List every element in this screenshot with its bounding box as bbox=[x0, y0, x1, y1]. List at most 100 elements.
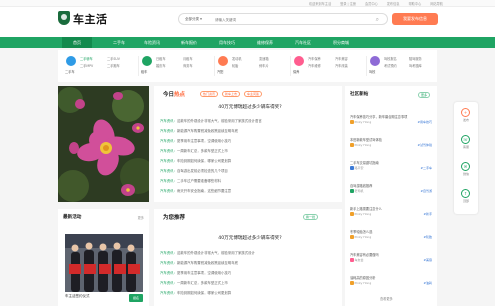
category-link[interactable]: 刹车片 bbox=[259, 63, 286, 69]
activity-caption[interactable]: 车主活签约仪式 报名 bbox=[65, 294, 143, 304]
post-tag[interactable]: #二手车 bbox=[420, 166, 432, 170]
refresh-button[interactable]: 换一批 bbox=[303, 214, 319, 220]
category-link[interactable]: 变速箱 bbox=[259, 56, 286, 62]
news-row[interactable]: 汽车资讯：夏季用车注意事项，空调使用小技巧 bbox=[160, 270, 336, 275]
news-tag: 汽车资讯： bbox=[160, 251, 177, 255]
avatar bbox=[350, 143, 354, 147]
nav-item-maintenance[interactable]: 维修保养 bbox=[250, 37, 280, 48]
post-tag[interactable]: #油耗 bbox=[423, 281, 432, 285]
community-post[interactable]: 冬季轮胎怎么选 Pinky Hong #轮胎 bbox=[350, 229, 432, 239]
nav-item-community[interactable]: 汽车社区 bbox=[288, 37, 318, 48]
nav-item-news[interactable]: 车险资讯 bbox=[137, 37, 167, 48]
news-row[interactable]: 汽车资讯：自驾游出发前必须检查的几个项目 bbox=[160, 168, 336, 173]
category-link[interactable]: 陪驾服务 bbox=[409, 56, 434, 62]
news-row[interactable]: 汽车资讯：二手车过户需要准备哪些材料 bbox=[160, 178, 336, 183]
post-tag[interactable]: #新手 bbox=[423, 212, 432, 216]
category-link[interactable]: 月租车 bbox=[183, 56, 210, 62]
wechat-icon: ✉ bbox=[461, 162, 470, 171]
top-link[interactable]: 登录 | 注册 bbox=[340, 1, 356, 6]
category-maintenance[interactable]: 保养 汽车保养 汽车美容 汽车维修 汽车改装 bbox=[293, 54, 362, 80]
community-post[interactable]: 新手上路需要注意什么 Pinky Hong #新手 bbox=[350, 206, 432, 216]
side-label: 微信 bbox=[462, 172, 469, 176]
category-link[interactable]: 二手SUV bbox=[107, 56, 134, 62]
search-category-select[interactable]: 全部分类 ▾ bbox=[185, 17, 202, 22]
post-tag[interactable]: #轮胎 bbox=[423, 235, 432, 239]
category-link[interactable]: 轮胎 bbox=[232, 63, 259, 69]
news-row[interactable]: 汽车资讯：新能源汽车购置税减免政策延续至明年底 bbox=[160, 260, 336, 265]
category-link[interactable]: 汽车维修 bbox=[308, 63, 335, 69]
activity-photo[interactable] bbox=[65, 234, 143, 292]
community-post[interactable]: 油耗高的原因分析 Pinky Hong #油耗 bbox=[350, 275, 432, 285]
side-service-button[interactable]: ☏ 客服 bbox=[454, 133, 478, 153]
top-link[interactable]: 网站导航 bbox=[430, 1, 443, 6]
category-link[interactable]: 汽车美容 bbox=[335, 56, 362, 62]
side-wechat-button[interactable]: ✉ 微信 bbox=[454, 160, 478, 180]
category-parts[interactable]: 汽配 发动机 变速箱 轮胎 刹车片 bbox=[217, 54, 286, 80]
category-link[interactable]: 驾校报名 bbox=[384, 56, 409, 62]
tag-pill[interactable]: 车主问答 bbox=[244, 91, 263, 97]
category-link[interactable]: 发动机 bbox=[232, 56, 259, 62]
category-driving-school[interactable]: 驾校 驾校报名 陪驾服务 考试预约 驾考题库 bbox=[369, 54, 434, 80]
nav-item-points-mall[interactable]: 积分商城 bbox=[326, 37, 356, 48]
community-footer-link[interactable]: 查看更多 bbox=[380, 296, 393, 301]
post-tag[interactable]: #自驾游 bbox=[420, 189, 432, 193]
top-link[interactable]: 会员中心 bbox=[365, 1, 378, 6]
publish-button[interactable]: 我要发布信息 bbox=[392, 13, 438, 25]
news-row[interactable]: 汽车资讯：一周新车汇总，多款车型正式上市 bbox=[160, 148, 336, 153]
news-text: 车险到期如何续保，哪家公司更划算 bbox=[176, 159, 232, 163]
today-hot-headline[interactable]: 40万元博瑞超过多少辆车得奖? bbox=[160, 104, 340, 110]
news-row[interactable]: 汽车资讯：一周新车汇总，多款车型正式上市 bbox=[160, 280, 336, 285]
search-input[interactable] bbox=[215, 15, 365, 24]
nav-item-home[interactable]: 首页 bbox=[62, 37, 92, 48]
community-post[interactable]: 汽车美容有必要做吗 车友会 #美容 bbox=[350, 252, 432, 262]
community-more-button[interactable]: 更多 bbox=[418, 92, 431, 98]
news-row[interactable]: 汽车资讯：车险到期如何续保，哪家公司更划算 bbox=[160, 158, 336, 163]
post-tag[interactable]: #美容 bbox=[423, 258, 432, 262]
news-row[interactable]: 汽车资讯：夏季用车注意事项，空调使用小技巧 bbox=[160, 138, 336, 143]
post-tag[interactable]: #用车技巧 bbox=[417, 120, 432, 124]
category-link[interactable]: 汽车改装 bbox=[335, 63, 362, 69]
category-link[interactable]: 汽车保养 bbox=[308, 56, 335, 62]
news-row[interactable]: 汽车资讯：雨天开车安全指南，这些细节要注意 bbox=[160, 188, 336, 193]
category-used-cars[interactable]: 二手车 二手轿车 二手SUV 二手MPV 二手跑车 bbox=[65, 54, 134, 80]
signup-button[interactable]: 报名 bbox=[129, 294, 143, 302]
news-row[interactable]: 汽车资讯：这款车的外观设计非常大气，前脸采用了家族式设计语言 bbox=[160, 118, 336, 123]
category-link[interactable]: 考试预约 bbox=[384, 63, 409, 69]
search-icon[interactable]: ⌕ bbox=[376, 16, 379, 23]
category-link[interactable]: 日租车 bbox=[156, 56, 183, 62]
category-link[interactable]: 二手MPV bbox=[80, 63, 107, 69]
activity-more-link[interactable]: 更多 bbox=[138, 215, 144, 220]
nav-item-used-cars[interactable]: 二手车 bbox=[104, 37, 134, 48]
post-tag[interactable]: #试驾体验 bbox=[417, 143, 432, 147]
community-post[interactable]: 自驾游路线推荐 老司机 #自驾游 bbox=[350, 183, 432, 193]
category-link[interactable]: 驾考题库 bbox=[409, 63, 434, 69]
tag-pill[interactable]: 新车上市 bbox=[222, 91, 241, 97]
community-post[interactable]: 本田新款车型试驾体验 Pinky Hong #试驾体验 bbox=[350, 137, 432, 147]
hero-banner-image[interactable] bbox=[58, 86, 149, 202]
news-row[interactable]: 汽车资讯：车险到期如何续保，哪家公司更划算 bbox=[160, 290, 336, 295]
nav-item-prices[interactable]: 新车报价 bbox=[174, 37, 204, 48]
category-link[interactable]: 二手跑车 bbox=[107, 63, 134, 69]
side-publish-button[interactable]: + 发布 bbox=[454, 106, 478, 126]
news-tag: 汽车资讯： bbox=[160, 179, 177, 183]
category-rental[interactable]: 租车 日租车 月租车 婚庆车 商务车 bbox=[141, 54, 210, 80]
top-link[interactable]: 发布信息 bbox=[387, 1, 400, 6]
nav-item-tips[interactable]: 用车技巧 bbox=[212, 37, 242, 48]
category-link[interactable]: 商务车 bbox=[183, 63, 210, 69]
news-row[interactable]: 汽车资讯：新能源汽车购置税减免政策延续至明年底 bbox=[160, 128, 336, 133]
community-post[interactable]: 二手车交易避坑指南 路平安 #二手车 bbox=[350, 160, 432, 170]
logo-badge-icon[interactable] bbox=[58, 11, 70, 25]
news-tag: 汽车资讯： bbox=[160, 189, 177, 193]
site-logo-text[interactable]: 车主活 bbox=[73, 11, 108, 27]
category-link[interactable]: 二手轿车 bbox=[80, 56, 107, 62]
news-row[interactable]: 汽车资讯：这款车的外观设计非常大气，前脸采用了家族式设计 bbox=[160, 250, 336, 255]
category-link[interactable]: 婚庆车 bbox=[156, 63, 183, 69]
news-text: 这款车的外观设计非常大气，前脸采用了家族式设计 bbox=[176, 251, 255, 255]
tag-pill[interactable]: 热门资讯 bbox=[200, 91, 219, 97]
news-tag: 汽车资讯： bbox=[160, 149, 177, 153]
avatar bbox=[350, 235, 354, 239]
recommend-headline[interactable]: 40万元博瑞超过多少辆车得奖? bbox=[160, 235, 340, 241]
top-link[interactable]: 帮助中心 bbox=[409, 1, 422, 6]
community-post[interactable]: 汽车保养技巧分享，新车磨合期注意事项 Pinky Hong #用车技巧 bbox=[350, 114, 432, 124]
side-top-button[interactable]: ↑ 顶部 bbox=[454, 187, 478, 207]
